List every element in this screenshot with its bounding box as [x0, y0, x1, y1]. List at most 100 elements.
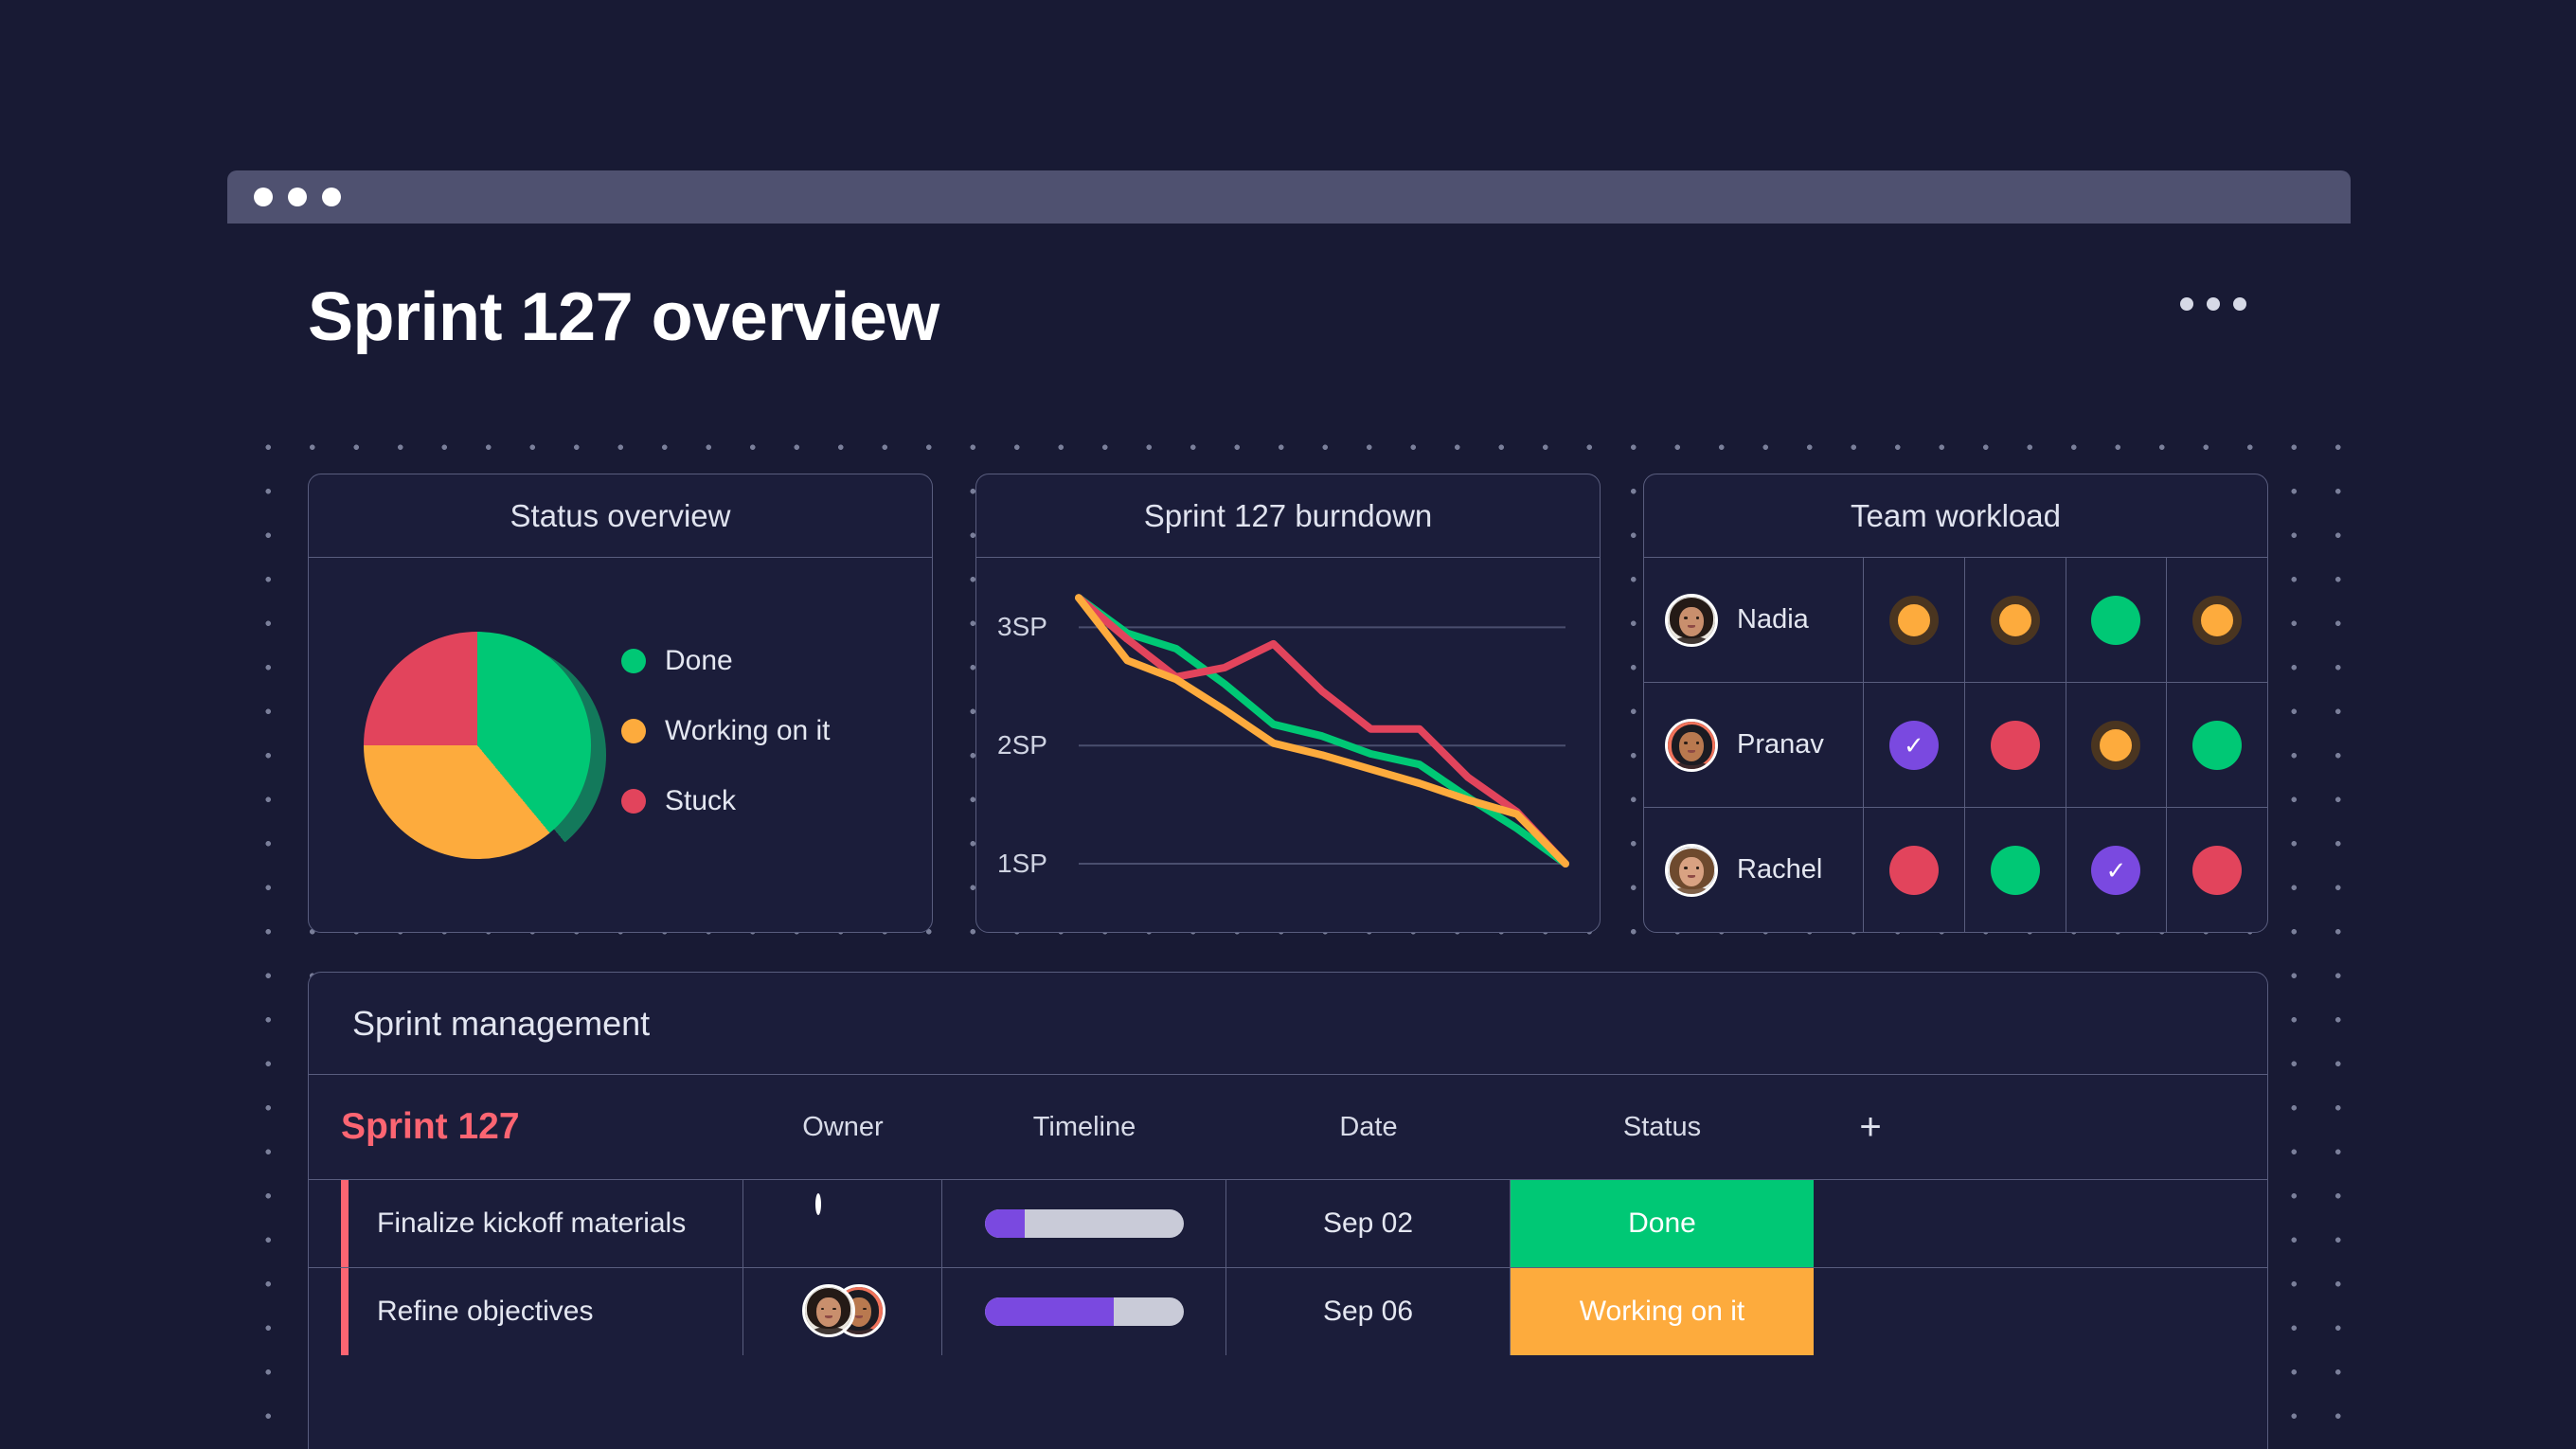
owner-avatar-group[interactable] — [814, 1193, 870, 1251]
maximize-dot-icon[interactable] — [322, 188, 341, 206]
kebab-dot-3-icon — [2233, 297, 2246, 311]
workload-dot-orange-ring-icon[interactable] — [1990, 595, 2040, 645]
column-header-owner[interactable]: Owner — [802, 1112, 883, 1142]
date-cell[interactable]: Sep 06 — [1226, 1268, 1511, 1355]
team-member-cell[interactable]: Rachel — [1644, 808, 1864, 932]
sprint-management-card[interactable]: Sprint management Sprint 127 Owner Timel… — [308, 972, 2268, 1449]
workload-dot-check-icon[interactable]: ✓ — [2091, 845, 2141, 895]
add-column-plus-icon[interactable]: + — [1859, 1106, 1881, 1148]
row-accent-bar — [341, 1268, 349, 1355]
team-member-cell[interactable]: Nadia — [1644, 558, 1864, 682]
owner-cell[interactable] — [743, 1180, 942, 1267]
workload-dot-check-icon[interactable]: ✓ — [1888, 720, 1939, 770]
sprint-table-rows: Finalize kickoff materials Sep 02 Done R… — [309, 1179, 2267, 1355]
timeline-cell[interactable] — [942, 1268, 1226, 1355]
timeline-bar[interactable] — [984, 1297, 1184, 1326]
status-badge[interactable]: Done — [1511, 1180, 1814, 1267]
workload-dot-icon[interactable] — [1990, 845, 2040, 895]
workload-cell-0-1[interactable] — [1965, 558, 2066, 682]
timeline-cell[interactable] — [942, 1180, 1226, 1267]
workload-cell-0-3[interactable] — [2167, 558, 2267, 682]
team-member-name: Nadia — [1737, 604, 1809, 635]
column-header-status[interactable]: Status — [1623, 1112, 1701, 1142]
workload-dot-icon[interactable] — [1888, 845, 1939, 895]
workload-dot-icon[interactable] — [2192, 720, 2243, 770]
avatar-rachel-avatar — [1665, 843, 1718, 897]
burndown-series-green — [1075, 594, 1569, 868]
workload-cell-2-2[interactable]: ✓ — [2066, 808, 2168, 932]
screen-root: Sprint 127 overview Status overview Done… — [0, 0, 2576, 1449]
burndown-card[interactable]: Sprint 127 burndown 1SP 2SP 3SP — [975, 474, 1601, 933]
workload-cell-2-3[interactable] — [2167, 808, 2267, 932]
team-workload-body: Nadia Pranav ✓ Rachel ✓ — [1644, 558, 2267, 932]
check-glyph-icon: ✓ — [1903, 730, 1924, 760]
status-overview-card[interactable]: Status overview Done Working on it Stuck — [308, 474, 933, 933]
workload-cell-2-1[interactable] — [1965, 808, 2066, 932]
timeline-bar[interactable] — [984, 1209, 1184, 1238]
date-cell[interactable]: Sep 02 — [1226, 1180, 1511, 1267]
sprint-table: Sprint 127 Owner Timeline Date Status + … — [309, 1075, 2267, 1355]
workload-cell-1-0[interactable]: ✓ — [1864, 683, 1965, 807]
status-legend: Done Working on it Stuck — [621, 626, 831, 836]
workload-cell-1-2[interactable] — [2066, 683, 2168, 807]
workload-cell-2-0[interactable] — [1864, 808, 1965, 932]
row-tail-cell — [1814, 1180, 1927, 1267]
status-overview-title: Status overview — [510, 497, 731, 533]
burndown-title: Sprint 127 burndown — [1143, 497, 1433, 533]
status-badge[interactable]: Working on it — [1511, 1268, 1814, 1355]
pie-slices — [364, 632, 591, 859]
column-header-timeline[interactable]: Timeline — [1033, 1112, 1136, 1142]
kebab-menu-icon[interactable] — [2180, 297, 2246, 311]
workload-dot-icon[interactable] — [1990, 720, 2040, 770]
team-workload-row: Nadia — [1644, 558, 2267, 683]
burndown-ytick-2SP: 2SP — [997, 730, 1047, 760]
timeline-bar-fill — [984, 1209, 1025, 1238]
team-workload-grid: Nadia Pranav ✓ Rachel ✓ — [1644, 558, 2267, 932]
workload-dot-orange-ring-icon[interactable] — [1888, 595, 1939, 645]
window-titlebar — [227, 170, 2351, 224]
browser-window: Sprint 127 overview Status overview Done… — [227, 170, 2351, 1449]
owner-cell[interactable] — [743, 1268, 942, 1355]
workload-cell-0-0[interactable] — [1864, 558, 1965, 682]
workload-dot-icon[interactable] — [2091, 595, 2141, 645]
burndown-ytick-3SP: 3SP — [997, 612, 1047, 642]
burndown-svg — [1075, 594, 1569, 868]
minimize-dot-icon[interactable] — [288, 188, 307, 206]
table-row[interactable]: Finalize kickoff materials Sep 02 Done — [309, 1179, 2267, 1267]
legend-item-stuck[interactable]: Stuck — [621, 766, 831, 836]
workload-dot-orange-ring-icon[interactable] — [2091, 720, 2141, 770]
close-dot-icon[interactable] — [254, 188, 273, 206]
team-member-cell[interactable]: Pranav — [1644, 683, 1864, 807]
workload-dot-icon[interactable] — [2192, 845, 2243, 895]
timeline-bar-fill — [984, 1297, 1114, 1326]
workload-cell-0-2[interactable] — [2066, 558, 2168, 682]
owner-avatar-group[interactable] — [801, 1284, 886, 1339]
legend-label: Done — [665, 645, 733, 676]
legend-item-done[interactable]: Done — [621, 626, 831, 696]
team-workload-row: Pranav ✓ — [1644, 683, 2267, 808]
legend-item-working-on-it[interactable]: Working on it — [621, 696, 831, 766]
team-member-name: Pranav — [1737, 729, 1824, 760]
burndown-plot[interactable]: 1SP 2SP 3SP — [976, 558, 1600, 932]
burndown-body: 1SP 2SP 3SP — [976, 558, 1600, 932]
legend-label: Stuck — [665, 785, 737, 816]
status-overview-body: Done Working on it Stuck — [309, 558, 932, 932]
status-pie-chart[interactable] — [364, 632, 606, 868]
column-header-date[interactable]: Date — [1339, 1112, 1397, 1142]
workload-dot-orange-ring-icon[interactable] — [2192, 595, 2243, 645]
task-name-cell[interactable]: Refine objectives — [349, 1268, 743, 1355]
workload-cell-1-1[interactable] — [1965, 683, 2066, 807]
row-accent-bar — [341, 1180, 349, 1267]
task-name-cell[interactable]: Finalize kickoff materials — [349, 1180, 743, 1267]
legend-label: Working on it — [665, 715, 831, 746]
burndown-ytick-1SP: 1SP — [997, 849, 1047, 878]
sprint-management-body: Sprint 127 Owner Timeline Date Status + … — [309, 1075, 2267, 1449]
table-row[interactable]: Refine objectives Sep 06 Working on it — [309, 1267, 2267, 1355]
team-workload-card[interactable]: Team workload Nadia Pranav ✓ Rachel ✓ — [1643, 474, 2268, 933]
workload-cell-1-3[interactable] — [2167, 683, 2267, 807]
legend-color-dot-icon — [621, 719, 646, 743]
status-overview-header: Status overview — [309, 474, 932, 558]
kebab-dot-2-icon — [2207, 297, 2220, 311]
sprint-group-label[interactable]: Sprint 127 — [341, 1106, 743, 1148]
team-workload-title: Team workload — [1851, 497, 2061, 533]
